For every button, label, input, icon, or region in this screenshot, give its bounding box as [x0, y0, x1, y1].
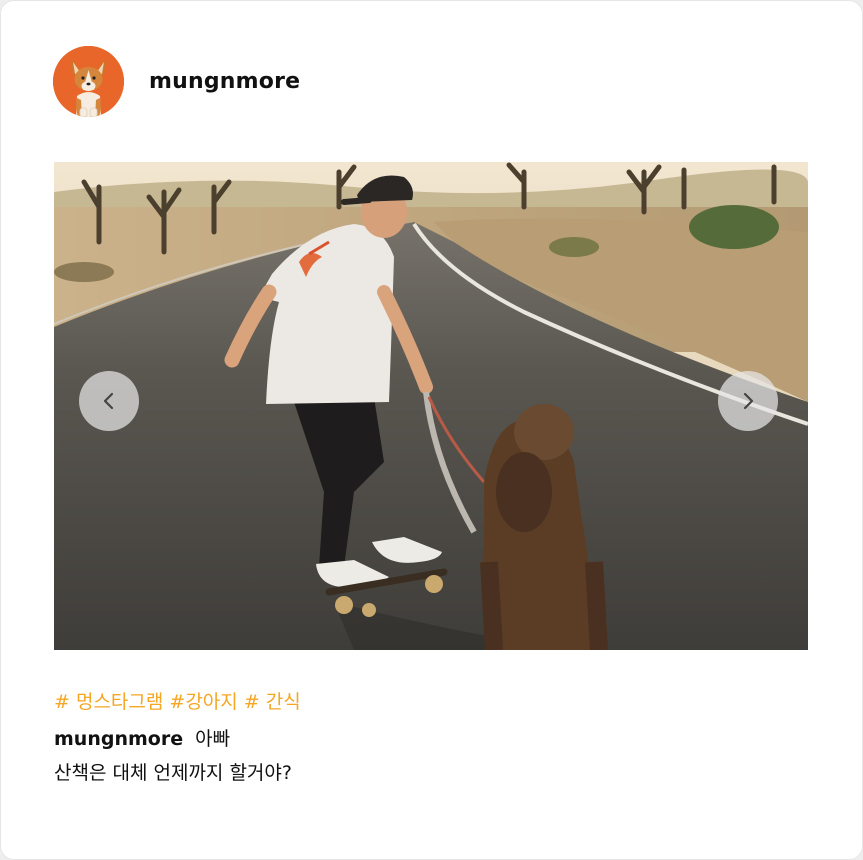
caption: mungnmore 아빠	[54, 724, 230, 751]
post-image	[54, 162, 808, 650]
caption-username[interactable]: mungnmore	[54, 728, 183, 750]
hashtags[interactable]: # 멍스타그램 #강아지 # 간식	[54, 687, 301, 714]
chevron-right-icon	[743, 392, 754, 410]
corgi-avatar-icon	[53, 46, 124, 117]
carousel-prev-button[interactable]	[79, 371, 139, 431]
caption-text-line2: 산책은 대체 언제까지 할거야?	[54, 762, 292, 784]
post-card: mungnmore # 멍스타그램 #강아지 # 간식 mungnmore 아빠…	[0, 0, 863, 860]
post-username[interactable]: mungnmore	[149, 69, 300, 94]
post-header: mungnmore	[53, 46, 300, 117]
caption-text-line1: 아빠	[195, 728, 231, 750]
chevron-left-icon	[103, 392, 114, 410]
avatar[interactable]	[53, 46, 124, 117]
carousel-next-button[interactable]	[718, 371, 778, 431]
